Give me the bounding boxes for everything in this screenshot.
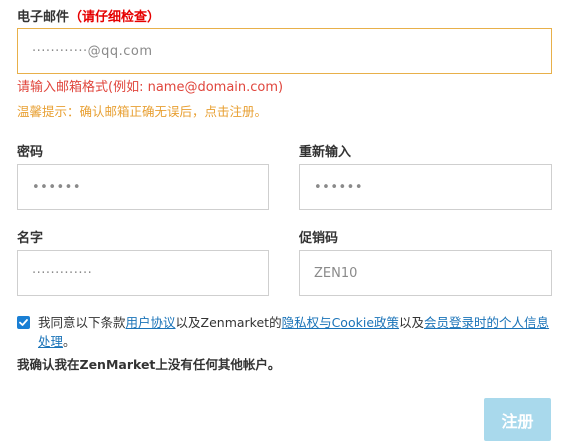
agreement-text-1: 我同意以下条款 [38,315,126,330]
agreement-text-3: 以及 [399,315,425,330]
privacy-policy-link[interactable]: 隐私权与Cookie政策 [282,315,399,330]
password-input-value: •••••• [32,179,82,195]
email-required-note: （请仔细检查） [69,10,161,25]
name-input-value: ············· [32,265,93,281]
name-label: 名字 [17,231,44,246]
no-other-account-confirmation: 我确认我在ZenMarket上没有任何其他帐户。 [17,357,281,372]
password-confirm-input-value: •••••• [314,179,364,195]
terms-link[interactable]: 用户协议 [126,315,176,330]
promo-input-value: ZEN10 [314,265,358,281]
email-error-message: 请输入邮箱格式(例如: name@domain.com) [17,80,284,95]
promo-input[interactable]: ZEN10 [299,250,552,296]
email-tip-message: 温馨提示：确认邮箱正确无误后，点击注册。 [17,104,268,119]
password-input[interactable]: •••••• [17,164,269,210]
agreement-text: 我同意以下条款用户协议以及Zenmarket的隐私权与Cookie政策以及会员登… [38,313,553,351]
name-input[interactable]: ············· [17,250,269,296]
checkmark-icon [19,319,28,326]
password-confirm-label: 重新输入 [299,145,352,160]
password-confirm-input[interactable]: •••••• [299,164,552,210]
agreement-checkbox[interactable] [17,316,30,329]
email-input[interactable]: ············@qq.com [17,28,552,74]
agreement-text-2: 以及Zenmarket的 [175,315,282,330]
email-input-value: ············@qq.com [32,43,153,59]
register-button[interactable]: 注册 [484,398,551,441]
password-label: 密码 [17,145,44,160]
email-label-text: 电子邮件 [17,10,70,25]
email-label: 电子邮件（请仔细检查） [17,6,160,25]
promo-label: 促销码 [299,231,339,246]
agreement-text-4: 。 [63,334,76,349]
